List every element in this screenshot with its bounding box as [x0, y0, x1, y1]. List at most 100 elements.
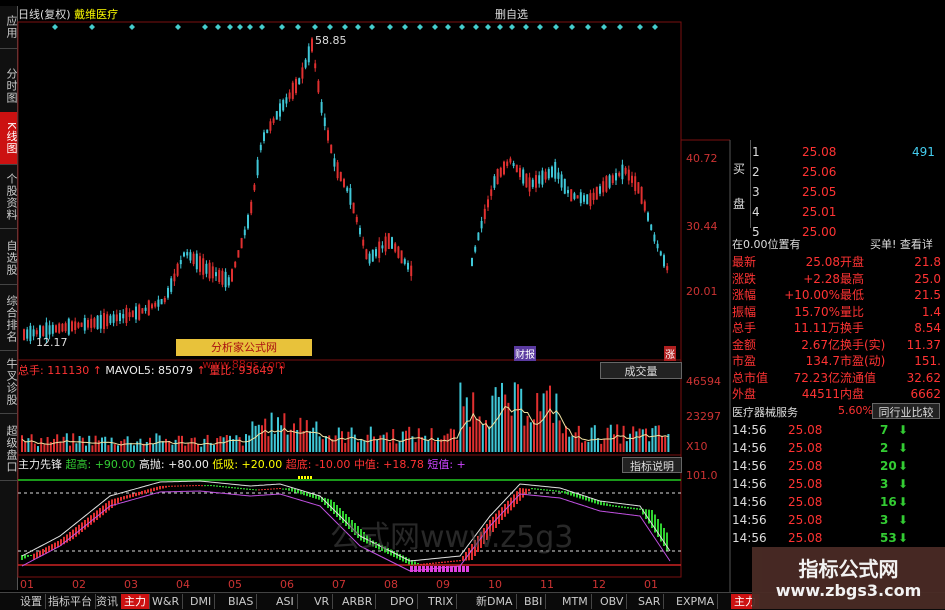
candle-body	[368, 253, 371, 264]
candle-body	[298, 78, 301, 85]
candle-body	[637, 182, 640, 194]
stat-value: +2.28	[803, 271, 840, 286]
bottom-tab[interactable]: 指标平台	[45, 594, 96, 609]
volume-header: 总手: 111130 ↑ MAVOL5: 85079 ↑ 量比: 93649 ↑	[18, 364, 287, 377]
signal-marker-icon	[553, 24, 559, 30]
order-book-level[interactable]: 4 25.01	[752, 204, 945, 220]
candle-body	[602, 181, 605, 193]
bottom-tab[interactable]: BBI	[521, 594, 547, 609]
indicator-bar	[606, 503, 608, 506]
indicator-bar	[279, 488, 281, 489]
volume-bar	[267, 436, 270, 452]
volume-bar	[318, 436, 321, 452]
candle-body	[103, 313, 105, 329]
sector-compare-button[interactable]: 同行业比较	[872, 403, 940, 419]
candle-body	[618, 172, 621, 176]
x-axis-month: 01	[644, 578, 658, 591]
sector-name[interactable]: 医疗器械服务	[732, 404, 798, 420]
volume-bar	[187, 443, 190, 452]
volume-bar	[101, 437, 103, 452]
bottom-tab[interactable]: TRIX	[425, 594, 458, 609]
tick-volume: 20	[880, 459, 897, 473]
candle-body	[64, 323, 67, 332]
signal-marker-icon	[537, 24, 543, 30]
volume-bar	[501, 382, 503, 452]
indicator-bar	[285, 488, 287, 490]
volume-bar	[69, 445, 71, 452]
bottom-tab[interactable]: DPO	[387, 594, 418, 609]
candle-body	[23, 329, 25, 341]
signal-block	[438, 566, 441, 572]
stats-row: 市盈 134.7 市盈(动) 151.	[732, 353, 945, 369]
indicator-bar	[111, 499, 113, 508]
signal-marker-icon	[355, 24, 361, 30]
volume-bar	[600, 443, 603, 452]
volume-bar	[53, 438, 55, 452]
indicator-bar	[621, 506, 623, 508]
bottom-tab[interactable]: 设置	[17, 594, 46, 609]
volume-bar	[456, 439, 459, 452]
bottom-tab[interactable]: SAR	[635, 594, 665, 609]
bottom-tab[interactable]: BIAS	[225, 594, 258, 609]
candle-body	[51, 324, 54, 334]
candle-body	[515, 164, 518, 173]
candle-body	[589, 193, 592, 207]
volume-bar	[165, 438, 167, 452]
order-book-level[interactable]: 1 25.08 491	[752, 144, 945, 160]
volume-bar	[312, 427, 315, 452]
indicator-bar	[258, 489, 260, 491]
candle-body	[227, 277, 230, 286]
bottom-tab[interactable]: ASI	[273, 594, 298, 609]
candle-body	[176, 263, 179, 276]
bottom-tab[interactable]: MTM	[559, 594, 592, 609]
bottom-tab[interactable]: OBV	[597, 594, 628, 609]
volume-bar	[254, 425, 257, 452]
stat-value: 11.11万	[793, 321, 840, 335]
candle-body	[653, 234, 656, 242]
watermark-title: 指标公式网	[798, 557, 899, 581]
volume-bar	[257, 424, 260, 452]
down-arrow-icon: ⬇	[898, 477, 909, 491]
price-axis-label: 20.01	[686, 285, 718, 298]
indicator-name[interactable]: 主力先锋	[18, 458, 62, 471]
candle-body	[339, 172, 342, 182]
volume-button[interactable]: 成交量	[600, 362, 682, 379]
volume-bar	[661, 435, 663, 452]
bottom-tab[interactable]: EXPMA	[673, 594, 719, 609]
buy-one-link[interactable]: 买单! 查看详	[870, 236, 933, 252]
indicator-bar	[636, 508, 638, 510]
order-book-level[interactable]: 2 25.06	[752, 164, 945, 180]
indicator-bar	[171, 485, 173, 487]
order-book-level[interactable]: 3 25.05	[752, 184, 945, 200]
bottom-tab[interactable]: 主力	[121, 594, 150, 609]
earnings-tag[interactable]: 财报	[514, 346, 536, 361]
candle-body	[547, 169, 550, 179]
tick-time: 14:56	[732, 441, 767, 455]
indicator-help-button[interactable]: 指标说明	[622, 457, 682, 473]
volume-bar	[302, 430, 305, 452]
indicator-bar	[282, 488, 284, 490]
candle-body	[624, 167, 627, 174]
ad-banner[interactable]: 分析家公式网 www.88gs.com	[176, 339, 312, 371]
bottom-tab[interactable]: W&R	[149, 594, 184, 609]
indicator-bar	[231, 487, 233, 489]
volume-bar	[216, 438, 219, 452]
bottom-tab[interactable]: DMI	[187, 594, 216, 609]
signal-marker-icon	[569, 24, 575, 30]
indicator-bar	[162, 485, 164, 489]
indicator-bar	[549, 489, 551, 491]
bottom-tab[interactable]: VR	[311, 594, 334, 609]
volume-bar	[427, 439, 430, 452]
candle-body	[643, 201, 646, 211]
volume-bar	[123, 439, 126, 452]
bottom-tab[interactable]: 资讯	[93, 594, 122, 609]
volume-bar	[344, 442, 347, 452]
level-num: 1	[752, 145, 760, 159]
sector-pct: 5.60%	[838, 404, 873, 417]
bottom-tab[interactable]: ARBR	[339, 594, 377, 609]
x-axis-month: 12	[592, 578, 606, 591]
signal-block	[454, 566, 457, 572]
signal-block	[434, 566, 437, 572]
bottom-tab[interactable]: 新DMA	[473, 594, 517, 609]
volume-bar	[555, 393, 558, 452]
